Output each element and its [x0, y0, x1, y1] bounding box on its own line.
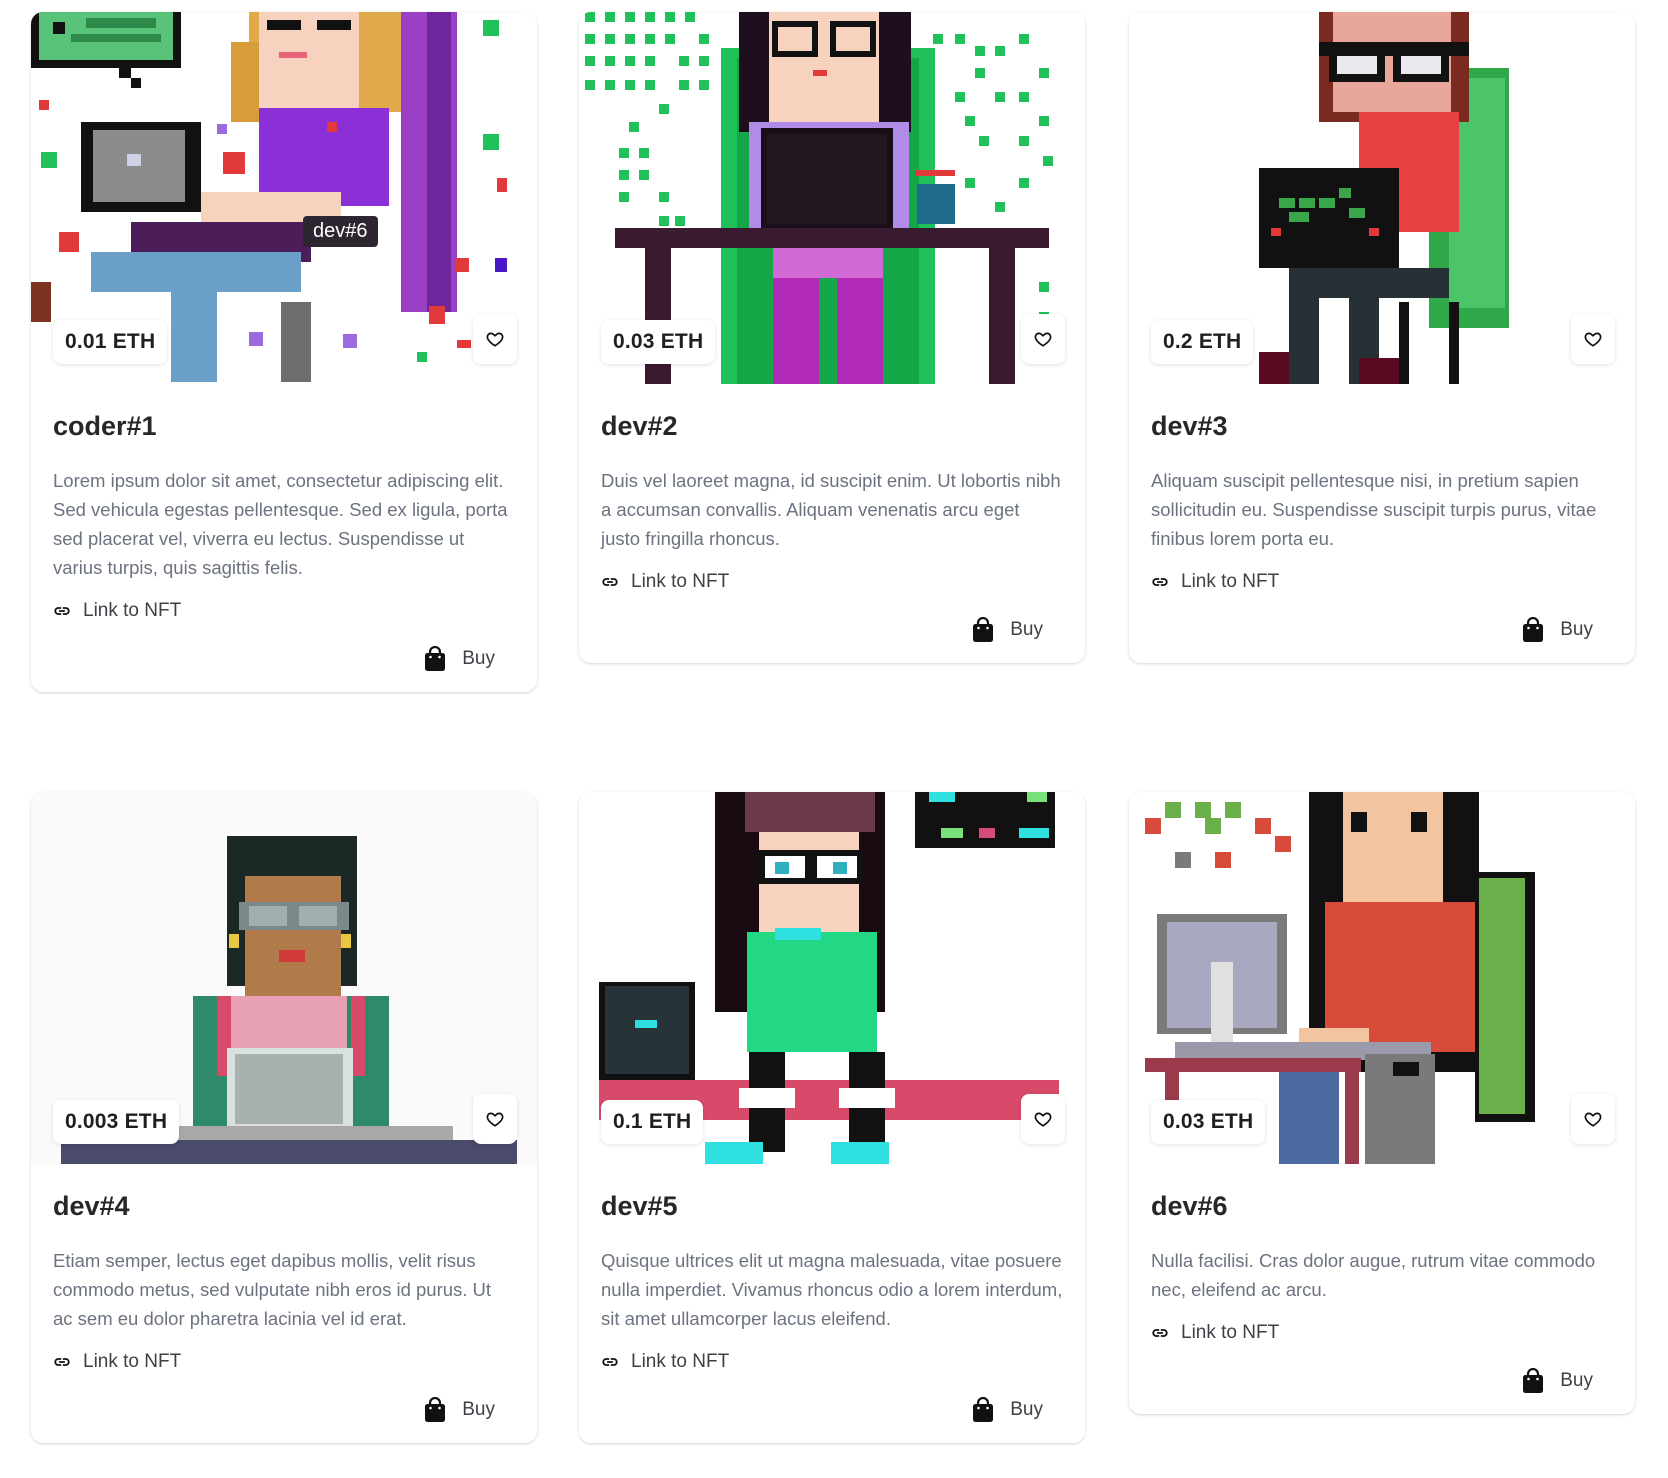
- buy-button[interactable]: Buy: [972, 1397, 1043, 1423]
- buy-row: Buy: [53, 646, 515, 672]
- nft-image[interactable]: 0.03 ETH: [579, 12, 1085, 384]
- heart-outline-icon: [1584, 332, 1602, 347]
- nft-card-coder1: dev#6 0.01 ETH coder#1 Lorem ipsum dolor…: [31, 12, 537, 692]
- favorite-button[interactable]: [1021, 1094, 1065, 1144]
- nft-description: Lorem ipsum dolor sit amet, consectetur …: [53, 470, 508, 578]
- link-label: Link to NFT: [83, 600, 182, 621]
- link-label: Link to NFT: [631, 1351, 730, 1372]
- price-badge: 0.03 ETH: [1151, 1100, 1266, 1144]
- nft-description: Etiam semper, lectus eget dapibus mollis…: [53, 1250, 492, 1329]
- heart-outline-icon: [1034, 332, 1052, 347]
- price-badge: 0.01 ETH: [53, 320, 168, 364]
- shopping-bag-icon: [425, 1397, 446, 1422]
- link-to-nft[interactable]: Link to NFT: [1151, 571, 1613, 593]
- link-label: Link to NFT: [83, 1351, 182, 1372]
- buy-button[interactable]: Buy: [972, 617, 1043, 643]
- shopping-bag-icon: [1523, 617, 1544, 642]
- shopping-bag-icon: [973, 1397, 994, 1422]
- nft-description: Aliquam suscipit pellentesque nisi, in p…: [1151, 470, 1597, 549]
- heart-outline-icon: [1034, 1112, 1052, 1127]
- link-to-nft[interactable]: Link to NFT: [53, 1351, 515, 1373]
- shopping-bag-icon: [1523, 1368, 1544, 1393]
- buy-row: Buy: [1151, 1368, 1613, 1394]
- link-icon: [1152, 1329, 1168, 1337]
- buy-label: Buy: [462, 648, 495, 669]
- card-body: dev#6 Nulla facilisi. Cras dolor augue, …: [1129, 1164, 1635, 1414]
- link-label: Link to NFT: [1181, 1322, 1280, 1343]
- buy-row: Buy: [601, 1397, 1063, 1423]
- favorite-button[interactable]: [473, 1094, 517, 1144]
- card-body: dev#3 Aliquam suscipit pellentesque nisi…: [1129, 384, 1635, 663]
- heart-outline-icon: [486, 1112, 504, 1127]
- heart-outline-icon: [1584, 1112, 1602, 1127]
- nft-title: dev#5: [601, 1191, 678, 1221]
- link-label: Link to NFT: [631, 571, 730, 592]
- link-label: Link to NFT: [1181, 571, 1280, 592]
- nft-title: dev#3: [1151, 411, 1228, 441]
- buy-button[interactable]: Buy: [424, 646, 495, 672]
- link-icon: [54, 607, 70, 615]
- nft-card-dev5: 0.1 ETH dev#5 Quisque ultrices elit ut m…: [579, 792, 1085, 1443]
- price-badge: 0.1 ETH: [601, 1100, 704, 1144]
- nft-image[interactable]: 0.2 ETH: [1129, 12, 1635, 384]
- link-to-nft[interactable]: Link to NFT: [53, 600, 515, 622]
- heart-outline-icon: [486, 332, 504, 347]
- price-badge: 0.2 ETH: [1151, 320, 1254, 364]
- shopping-bag-icon: [973, 617, 994, 642]
- card-body: dev#2 Duis vel laoreet magna, id suscipi…: [579, 384, 1085, 663]
- link-to-nft[interactable]: Link to NFT: [1151, 1322, 1613, 1344]
- link-icon: [602, 578, 618, 586]
- link-icon: [1152, 578, 1168, 586]
- favorite-button[interactable]: [1571, 314, 1615, 364]
- buy-button[interactable]: Buy: [1522, 1368, 1593, 1394]
- price-badge: 0.003 ETH: [53, 1100, 180, 1144]
- nft-title: dev#6: [1151, 1191, 1228, 1221]
- buy-label: Buy: [462, 1399, 495, 1420]
- nft-description: Duis vel laoreet magna, id suscipit enim…: [601, 470, 1061, 549]
- nft-card-dev6: 0.03 ETH dev#6 Nulla facilisi. Cras dolo…: [1129, 792, 1635, 1414]
- image-caption: dev#6: [303, 216, 378, 247]
- buy-label: Buy: [1010, 619, 1043, 640]
- card-body: dev#4 Etiam semper, lectus eget dapibus …: [31, 1164, 537, 1443]
- nft-title: coder#1: [53, 411, 157, 441]
- favorite-button[interactable]: [1571, 1094, 1615, 1144]
- link-icon: [54, 1358, 70, 1366]
- buy-button[interactable]: Buy: [424, 1397, 495, 1423]
- buy-row: Buy: [1151, 617, 1613, 643]
- card-body: dev#5 Quisque ultrices elit ut magna mal…: [579, 1164, 1085, 1443]
- nft-card-dev4: 0.003 ETH dev#4 Etiam semper, lectus ege…: [31, 792, 537, 1443]
- buy-label: Buy: [1010, 1399, 1043, 1420]
- nft-title: dev#4: [53, 1191, 130, 1221]
- card-body: coder#1 Lorem ipsum dolor sit amet, cons…: [31, 384, 537, 692]
- buy-row: Buy: [601, 617, 1063, 643]
- nft-card-dev3: 0.2 ETH dev#3 Aliquam suscipit pellentes…: [1129, 12, 1635, 663]
- nft-title: dev#2: [601, 411, 678, 441]
- favorite-button[interactable]: [1021, 314, 1065, 364]
- buy-label: Buy: [1560, 1370, 1593, 1391]
- link-icon: [602, 1358, 618, 1366]
- buy-button[interactable]: Buy: [1522, 617, 1593, 643]
- nft-image[interactable]: 0.003 ETH: [31, 792, 537, 1164]
- nft-description: Nulla facilisi. Cras dolor augue, rutrum…: [1151, 1250, 1596, 1300]
- link-to-nft[interactable]: Link to NFT: [601, 1351, 1063, 1373]
- favorite-button[interactable]: [473, 314, 517, 364]
- buy-row: Buy: [53, 1397, 515, 1423]
- nft-image[interactable]: 0.1 ETH: [579, 792, 1085, 1164]
- nft-image[interactable]: dev#6 0.01 ETH: [31, 12, 537, 384]
- link-to-nft[interactable]: Link to NFT: [601, 571, 1063, 593]
- nft-card-dev2: 0.03 ETH dev#2 Duis vel laoreet magna, i…: [579, 12, 1085, 663]
- price-badge: 0.03 ETH: [601, 320, 716, 364]
- buy-label: Buy: [1560, 619, 1593, 640]
- nft-image[interactable]: 0.03 ETH: [1129, 792, 1635, 1164]
- nft-description: Quisque ultrices elit ut magna malesuada…: [601, 1250, 1063, 1329]
- shopping-bag-icon: [425, 646, 446, 671]
